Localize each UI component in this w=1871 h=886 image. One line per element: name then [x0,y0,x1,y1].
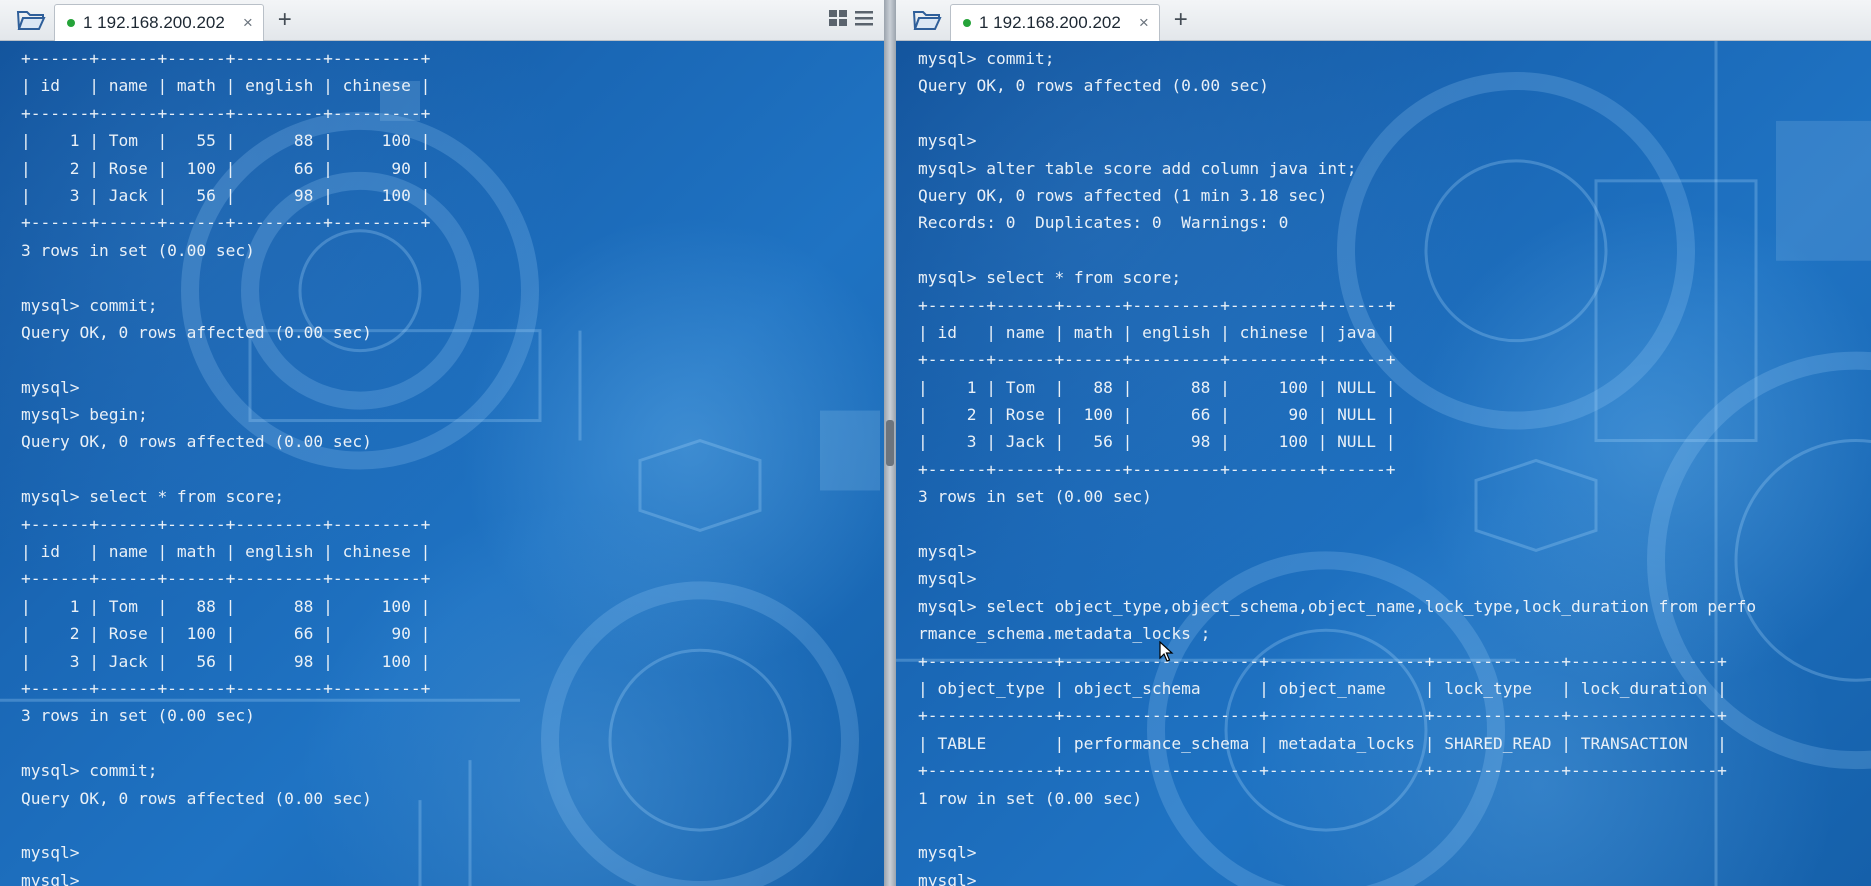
terminal-line: mysql> [918,131,977,151]
close-icon[interactable]: × [1139,13,1149,33]
terminal-line: | TABLE | performance_schema | metadata_… [918,733,1727,753]
terminal-line: +------+------+------+---------+--------… [21,514,431,534]
terminal-line: mysql> [918,843,977,863]
terminal-line: +------+------+------+---------+--------… [21,49,431,68]
close-icon[interactable]: × [243,13,253,33]
terminal-line: mysql> select object_type,object_schema,… [918,596,1757,616]
terminal-line: mysql> begin; [21,405,148,425]
terminal-line: Query OK, 0 rows affected (0.00 sec) [918,76,1269,96]
terminal-line: mysql> select * from score; [918,268,1182,288]
terminal-line: mysql> commit; [21,295,158,315]
folder-open-icon[interactable] [8,2,54,38]
terminal-line: | 2 | Rose | 100 | 66 | 90 | [21,624,431,644]
session-tab-label: 1 192.168.200.202 [979,12,1121,32]
terminal-line: 1 row in set (0.00 sec) [918,788,1143,808]
terminal-line: | 3 | Jack | 56 | 98 | 100 | [21,185,431,205]
menu-icon[interactable] [854,8,874,28]
terminal-line: | object_type | object_schema | object_n… [918,678,1727,698]
app-window: 1 192.168.200.202 × + +------+------+---… [0,0,1871,886]
terminal-line: rmance_schema.metadata_locks ; [918,624,1211,644]
terminal-line: +-------------+--------------------+----… [918,761,1727,781]
terminal-line: mysql> commit; [918,49,1055,68]
terminal-line: mysql> [21,870,80,886]
terminal-text-left: +------+------+------+---------+--------… [21,45,430,886]
splitter-grip-icon[interactable] [886,420,894,466]
terminal-line: mysql> alter table score add column java… [918,158,1357,178]
terminal-line: Query OK, 0 rows affected (1 min 3.18 se… [918,185,1328,205]
terminal-text-right: mysql> commit; Query OK, 0 rows affected … [918,45,1756,886]
terminal-line: mysql> commit; [21,761,158,781]
terminal-output-right[interactable]: mysql> commit; Query OK, 0 rows affected … [896,41,1871,886]
terminal-line: Query OK, 0 rows affected (0.00 sec) [21,322,372,342]
mouse-pointer-icon [1159,641,1174,662]
terminal-line: mysql> [918,569,977,589]
terminal-line: Query OK, 0 rows affected (0.00 sec) [21,788,372,808]
terminal-line: mysql> [21,843,80,863]
terminal-line: +------+------+------+---------+--------… [918,459,1396,479]
pane-splitter[interactable] [884,0,896,886]
terminal-line: Query OK, 0 rows affected (0.00 sec) [21,432,372,452]
terminal-line: | id | name | math | english | chinese | [21,542,431,562]
terminal-line: | 3 | Jack | 56 | 98 | 100 | [21,651,431,671]
terminal-line: +------+------+------+---------+--------… [918,295,1396,315]
session-tab-label: 1 192.168.200.202 [83,12,225,32]
terminal-line: | 2 | Rose | 100 | 66 | 90 | NULL | [918,405,1396,425]
add-tab-icon[interactable]: + [1174,8,1188,32]
terminal-line: +------+------+------+---------+--------… [918,350,1396,370]
layout-controls [828,8,874,28]
connected-dot-icon [67,18,75,27]
terminal-line: Records: 0 Duplicates: 0 Warnings: 0 [918,213,1289,233]
terminal-line: +------+------+------+---------+--------… [21,103,431,123]
terminal-line: +------+------+------+---------+--------… [21,678,431,698]
terminal-line: +-------------+--------------------+----… [918,651,1727,671]
session-tab[interactable]: 1 192.168.200.202 × [54,3,264,41]
grid-layout-icon[interactable] [828,8,848,28]
terminal-output-left[interactable]: +------+------+------+---------+--------… [0,41,884,886]
right-session-pane: 1 192.168.200.202 × + mysql> commit; Que… [896,0,1871,886]
terminal-line: mysql> select * from score; [21,487,285,507]
add-tab-icon[interactable]: + [278,8,292,32]
terminal-line: +-------------+--------------------+----… [918,706,1727,726]
terminal-line: | 1 | Tom | 88 | 88 | 100 | [21,596,431,616]
folder-open-icon[interactable] [904,2,950,38]
terminal-line: | 3 | Jack | 56 | 98 | 100 | NULL | [918,432,1396,452]
terminal-line: | id | name | math | english | chinese | [21,76,431,96]
terminal-line: 3 rows in set (0.00 sec) [918,487,1152,507]
terminal-line: | id | name | math | english | chinese |… [918,322,1396,342]
terminal-line: | 2 | Rose | 100 | 66 | 90 | [21,158,431,178]
left-session-pane: 1 192.168.200.202 × + +------+------+---… [0,0,884,886]
right-tab-bar: 1 192.168.200.202 × + [896,0,1871,41]
terminal-line: mysql> [918,542,977,562]
terminal-line: mysql> [918,870,977,886]
terminal-line: 3 rows in set (0.00 sec) [21,240,255,260]
terminal-line: +------+------+------+---------+--------… [21,213,431,233]
left-tab-bar: 1 192.168.200.202 × + [0,0,884,41]
terminal-line: +------+------+------+---------+--------… [21,569,431,589]
terminal-line: mysql> [21,377,80,397]
terminal-line: | 1 | Tom | 88 | 88 | 100 | NULL | [918,377,1396,397]
session-tab[interactable]: 1 192.168.200.202 × [950,3,1160,41]
terminal-line: | 1 | Tom | 55 | 88 | 100 | [21,131,431,151]
connected-dot-icon [963,18,971,27]
terminal-line: 3 rows in set (0.00 sec) [21,706,255,726]
